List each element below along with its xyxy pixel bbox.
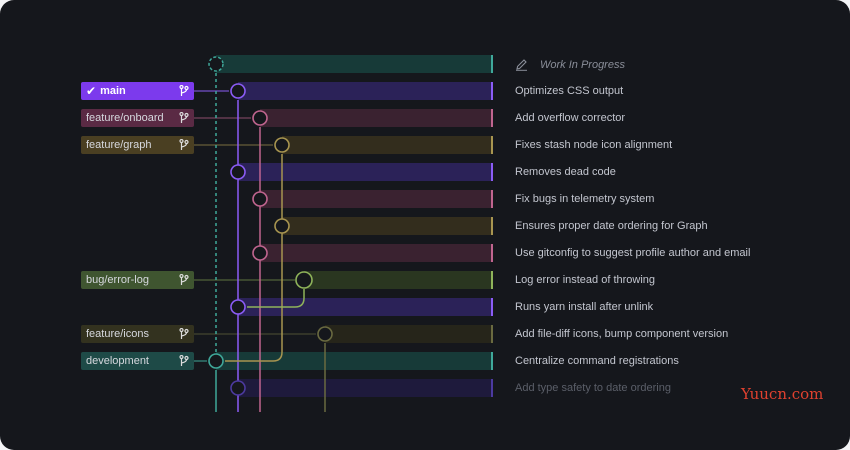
commit-message[interactable]: Fixes stash node icon alignment: [515, 138, 672, 152]
branch-icon: [179, 85, 189, 97]
row-band-12: [238, 379, 492, 397]
commit-node-2: [252, 110, 268, 126]
row-band-8: [304, 271, 492, 289]
commit-node-8: [295, 271, 313, 289]
row-band-3: [282, 136, 492, 154]
branch-label: feature/icons: [86, 328, 149, 340]
branch-label: main: [100, 85, 126, 97]
commit-message[interactable]: Add type safety to date ordering: [515, 381, 671, 395]
row-band-wip: [216, 55, 492, 73]
row-band-7: [260, 244, 492, 262]
commit-node-7: [252, 245, 268, 261]
branch-tag-feature-graph[interactable]: feature/graph: [81, 136, 194, 154]
branch-tag-main[interactable]: ✔ main: [81, 82, 194, 100]
commit-message[interactable]: Runs yarn install after unlink: [515, 300, 653, 314]
branch-label: bug/error-log: [86, 274, 149, 286]
commit-message[interactable]: Fix bugs in telemetry system: [515, 192, 654, 206]
commit-node-wip: [208, 56, 224, 72]
wip-label[interactable]: Work In Progress: [540, 58, 625, 72]
commit-node-3: [274, 137, 290, 153]
row-band-1: [238, 82, 492, 100]
branch-label: feature/graph: [86, 139, 152, 151]
commit-node-5: [252, 191, 268, 207]
commit-node-11: [208, 353, 224, 369]
commit-message[interactable]: Log error instead of throwing: [515, 273, 655, 287]
branch-tag-development[interactable]: development: [81, 352, 194, 370]
row-band-5: [260, 190, 492, 208]
commit-graph-window: ✔ main feature/onboard feature/graph bug…: [0, 0, 850, 450]
commit-message[interactable]: Removes dead code: [515, 165, 616, 179]
checkmark-icon: ✔: [86, 84, 97, 98]
commit-message[interactable]: Ensures proper date ordering for Graph: [515, 219, 708, 233]
branch-tag-feature-onboard[interactable]: feature/onboard: [81, 109, 194, 127]
commit-node-12: [230, 380, 246, 396]
branch-icon: [179, 328, 189, 340]
branch-label: development: [86, 355, 149, 367]
branch-icon: [179, 355, 189, 367]
commit-message[interactable]: Centralize command registrations: [515, 354, 679, 368]
commit-node-9: [230, 299, 246, 315]
branch-tag-feature-icons[interactable]: feature/icons: [81, 325, 194, 343]
commit-node-1: [230, 83, 246, 99]
branch-icon: [179, 274, 189, 286]
row-band-10: [325, 325, 492, 343]
watermark: Yuucn.com: [741, 385, 824, 403]
commit-message[interactable]: Use gitconfig to suggest profile author …: [515, 246, 750, 260]
branch-tag-bug-error-log[interactable]: bug/error-log: [81, 271, 194, 289]
row-band-4: [238, 163, 492, 181]
row-band-6: [282, 217, 492, 235]
commit-message[interactable]: Add overflow corrector: [515, 111, 625, 125]
commit-node-6: [274, 218, 290, 234]
commit-graph: [194, 55, 493, 412]
branch-icon: [179, 139, 189, 151]
pencil-icon: [515, 58, 528, 76]
commit-node-10: [317, 326, 333, 342]
branch-icon: [179, 112, 189, 124]
commit-message[interactable]: Optimizes CSS output: [515, 84, 623, 98]
commit-message[interactable]: Add file-diff icons, bump component vers…: [515, 327, 728, 341]
row-band-2: [260, 109, 492, 127]
branch-label: feature/onboard: [86, 112, 164, 124]
commit-node-4: [230, 164, 246, 180]
